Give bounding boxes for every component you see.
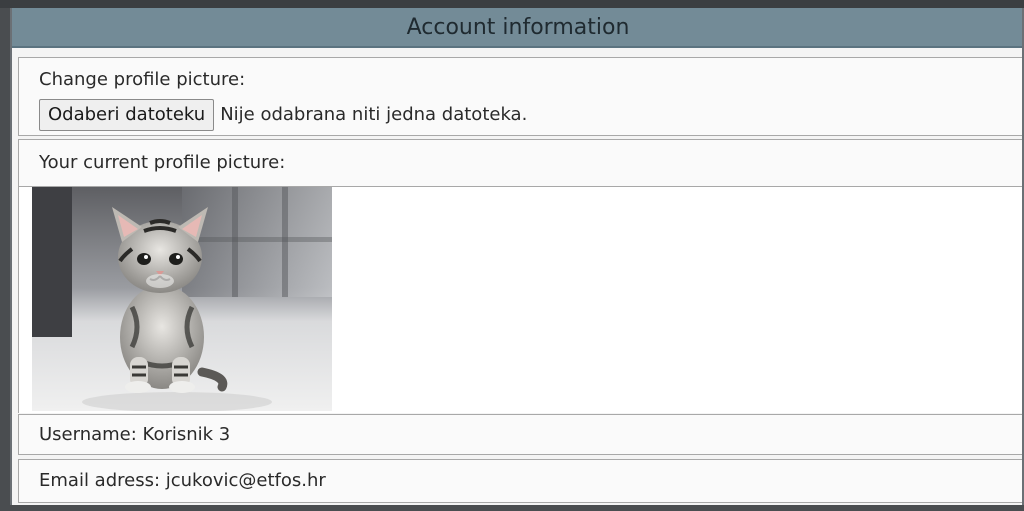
current-profile-picture-label: Your current profile picture: bbox=[39, 152, 286, 173]
username-row: Username: Korisnik 3 bbox=[18, 414, 1024, 455]
profile-picture-area bbox=[18, 187, 1024, 413]
current-profile-picture-row: Your current profile picture: bbox=[18, 139, 1024, 187]
email-row: Email adress: jcukovic@etfos.hr bbox=[18, 459, 1024, 503]
username-text: Username: Korisnik 3 bbox=[39, 424, 231, 445]
panel-title: Account information bbox=[12, 8, 1024, 48]
email-text: Email adress: jcukovic@etfos.hr bbox=[39, 470, 326, 491]
file-status-text: Nije odabrana niti jedna datoteka. bbox=[220, 104, 528, 125]
choose-file-button[interactable]: Odaberi datoteku bbox=[39, 99, 215, 131]
kitten-photo bbox=[32, 187, 332, 411]
file-input: Odaberi datoteku Nije odabrana niti jedn… bbox=[39, 98, 1024, 132]
change-profile-picture-row: Change profile picture: Odaberi datoteku… bbox=[18, 57, 1024, 136]
account-information-panel: Account information Change profile pictu… bbox=[10, 8, 1024, 505]
change-profile-picture-label: Change profile picture: bbox=[39, 69, 246, 90]
top-background-strip bbox=[0, 0, 1024, 8]
